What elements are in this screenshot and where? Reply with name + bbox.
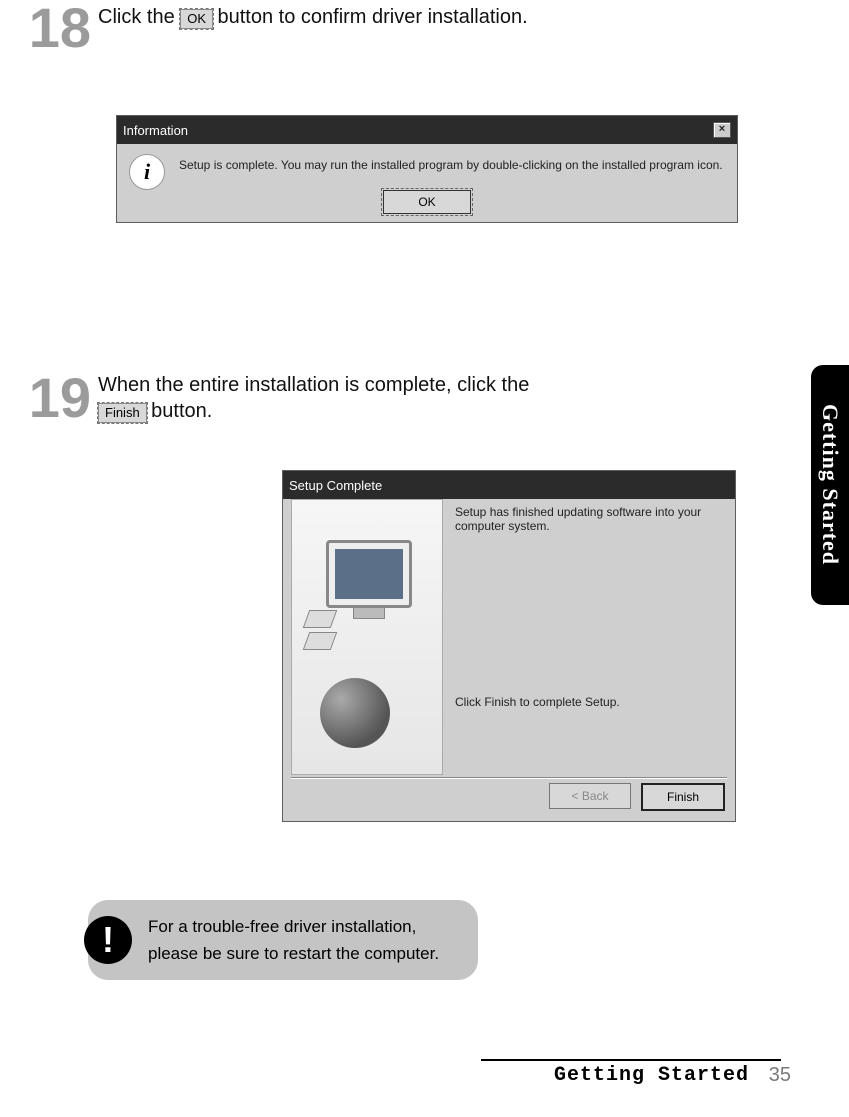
disk-icon [303,610,338,628]
note-line-1: For a trouble-free driver installation, [148,913,439,940]
dialog-message: Setup is complete. You may run the insta… [179,154,723,172]
disk-icon [303,632,338,650]
ok-button[interactable]: OK [383,190,471,214]
dialog-title: Information [123,123,188,138]
step-18-number: 18 [6,0,91,56]
step-19-text-before: When the entire installation is complete… [98,374,529,396]
finish-button[interactable]: Finish [641,783,725,811]
note-line-2: please be sure to restart the computer. [148,940,439,967]
step-19-text-after: button. [151,400,212,422]
monitor-icon [326,540,412,608]
page-number: 35 [769,1064,791,1087]
close-icon[interactable]: × [713,122,731,138]
setup-dialog-title: Setup Complete [289,478,382,493]
step-18-text-before: Click the [98,6,180,28]
globe-icon [320,678,390,748]
footer-divider [481,1059,781,1061]
finish-button-inline: Finish [98,403,147,423]
step-19-number: 19 [6,370,91,426]
note-box: ! For a trouble-free driver installation… [88,900,478,980]
back-button: < Back [549,783,631,809]
ok-button-inline: OK [180,9,213,29]
footer-section-title: Getting Started [554,1064,749,1087]
section-tab: Getting Started [811,365,849,605]
exclamation-icon: ! [84,916,132,964]
setup-message-1: Setup has finished updating software int… [455,505,725,533]
information-dialog: Information × i Setup is complete. You m… [116,115,738,223]
info-icon: i [129,154,165,190]
setup-complete-dialog: Setup Complete Setup has finished updati… [282,470,736,822]
setup-sidebar-image [291,499,443,775]
step-18-text-after: button to confirm driver installation. [218,6,528,28]
setup-message-2: Click Finish to complete Setup. [455,695,725,709]
